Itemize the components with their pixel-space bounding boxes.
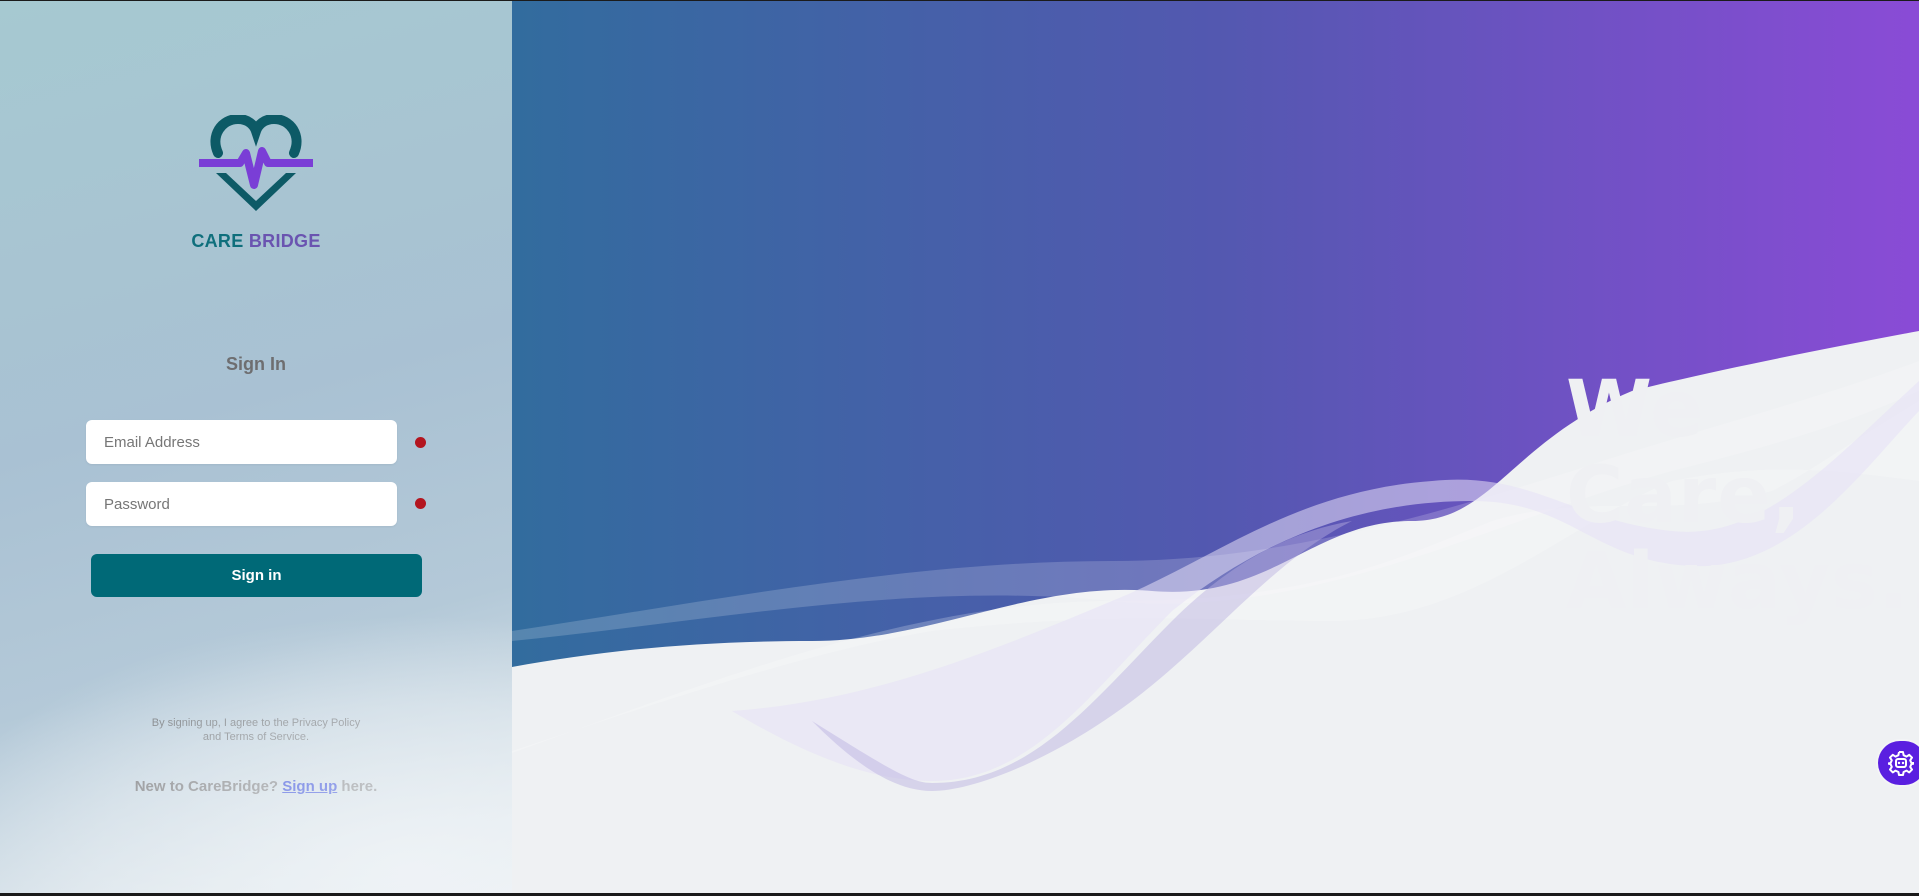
signup-suffix: here. [341,778,378,795]
signup-prompt: New to CareBridge? Sign up here. [0,778,512,795]
signin-title: Sign In [226,354,286,374]
sign-up-link[interactable]: Sign up [282,778,337,795]
terms-text: By signing up, I agree to the Privacy Po… [0,716,512,744]
signup-prefix: New to CareBridge? [134,778,279,795]
signin-panel: CARE BRIDGE Sign In Sign in By signing u… [0,1,512,893]
email-field[interactable] [86,420,397,464]
password-field[interactable] [86,482,397,526]
heart-pulse-icon [199,115,313,211]
hero-banner: We Care, Always.. [512,1,1919,893]
sign-in-button[interactable]: Sign in [91,554,422,597]
brand-name: CARE BRIDGE [0,231,512,252]
hero-line-2: Always.. [1566,537,1919,627]
settings-fab[interactable] [1878,741,1919,785]
required-dot-icon [415,498,426,509]
brand-care: CARE [191,231,244,251]
terms-line-2: and Terms of Service. [202,731,310,743]
gear-icon [1888,751,1914,776]
hero-tagline: We Care, Always.. [1566,367,1919,625]
hero-line-1: We Care, [1566,365,1802,541]
brand-bridge: BRIDGE [248,231,321,251]
required-dot-icon [415,437,426,448]
terms-line-1: By signing up, I agree to the Privacy Po… [151,717,361,729]
